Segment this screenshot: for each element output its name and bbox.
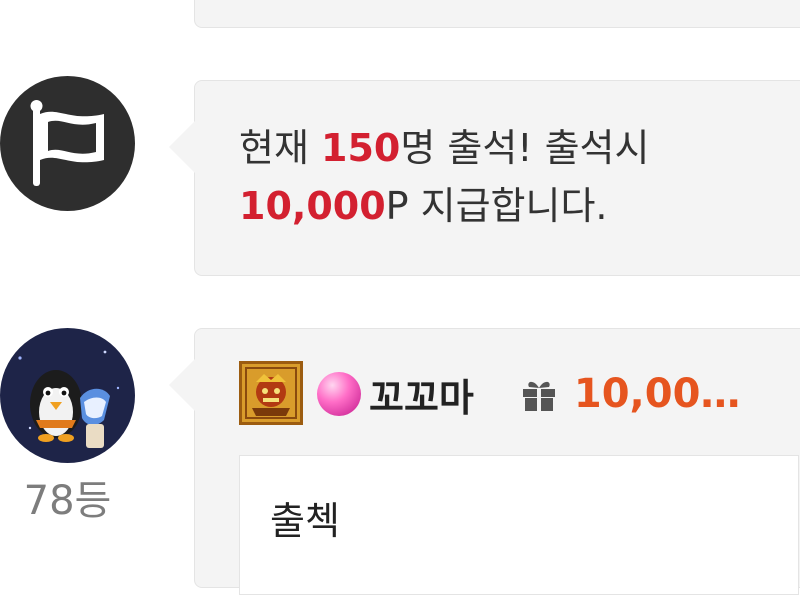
gem-icon — [317, 372, 361, 416]
attendance-notice-bubble: 현재 150명 출석! 출석시 10,000P 지급합니다. — [169, 80, 800, 276]
notice-prefix: 현재 — [239, 126, 321, 170]
bubble-tail — [169, 121, 195, 173]
attendance-message-bubble: 꼬꼬마 10,00… 출첵 — [169, 328, 800, 595]
bubble-tail — [169, 359, 195, 411]
previous-message-bubble — [194, 0, 800, 28]
notice-line-1: 현재 150명 출석! 출석시 — [239, 119, 649, 177]
attendee-count: 150 — [321, 126, 401, 170]
notice-suffix: P 지급합니다. — [385, 184, 608, 228]
notice-middle: 명 출석! 출석시 — [400, 126, 650, 170]
comment-box: 출첵 — [239, 455, 799, 595]
user-info-line: 꼬꼬마 10,00… — [239, 361, 741, 425]
comment-text: 출첵 — [270, 499, 340, 543]
reward-points: 10,000 — [239, 184, 386, 228]
notice-line-2: 10,000P 지급합니다. — [239, 177, 649, 235]
user-avatar[interactable] — [0, 328, 135, 463]
flag-icon — [0, 76, 135, 211]
user-nickname[interactable]: 꼬꼬마 — [369, 367, 474, 422]
gift-icon — [522, 381, 555, 411]
reward-amount: 10,00… — [573, 371, 741, 417]
level-badge-icon — [239, 361, 303, 425]
attendance-notice-text: 현재 150명 출석! 출석시 10,000P 지급합니다. — [239, 119, 649, 235]
attendance-rank: 78등 — [23, 478, 112, 524]
